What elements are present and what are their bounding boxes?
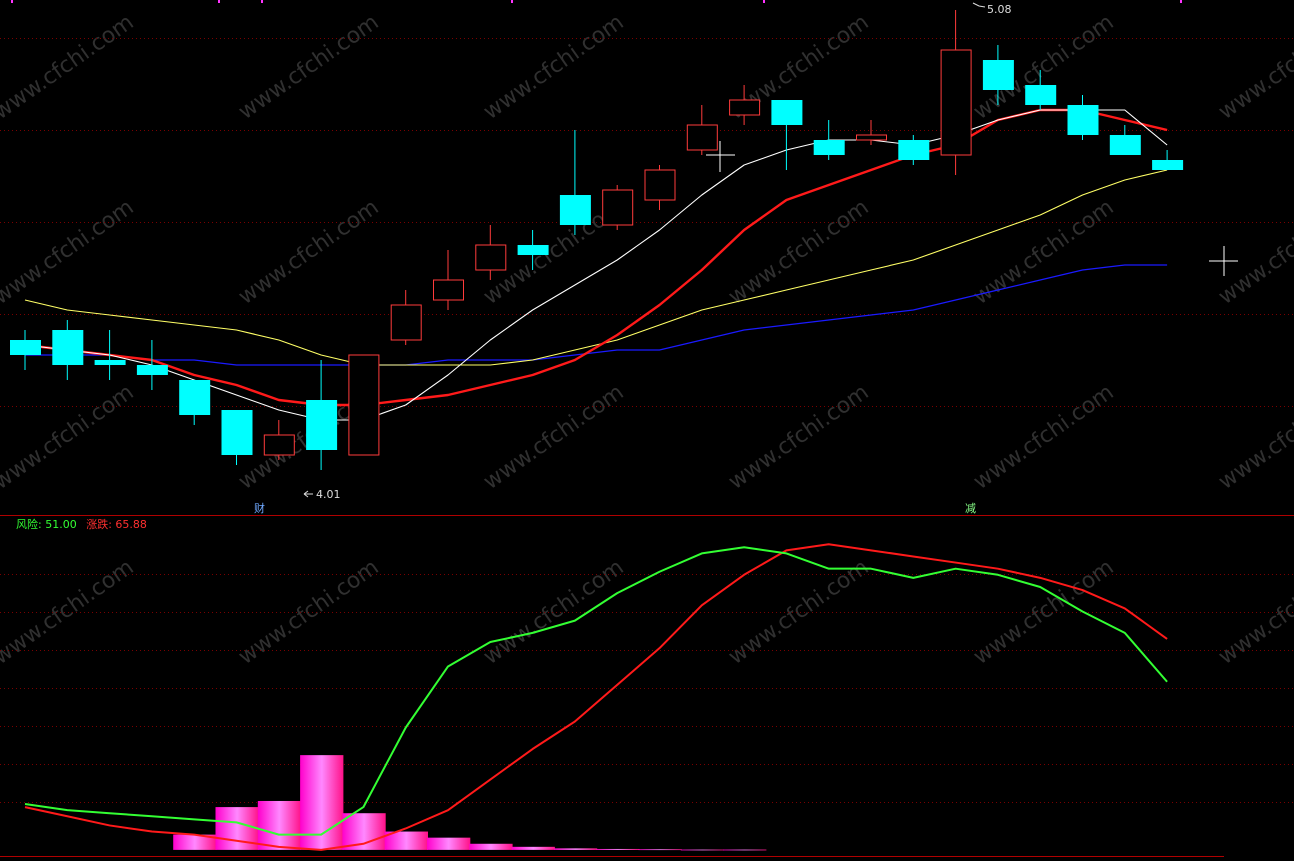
candle-body-up: [686, 124, 718, 151]
candle-body-down: [52, 330, 84, 365]
candle-body-down: [1067, 105, 1099, 135]
histogram-bar: [553, 848, 598, 850]
candle-body-down: [136, 365, 168, 375]
histogram-bar: [511, 846, 555, 850]
candle-body-up: [433, 279, 464, 301]
histogram-bar: [638, 849, 682, 851]
candle-body-up: [729, 99, 761, 116]
candle-body-up: [940, 49, 972, 156]
histogram-bar: [723, 849, 767, 851]
stock-chart: www.cfchi.comwww.cfchi.comwww.cfchi.comw…: [0, 0, 1294, 861]
candle-body-down: [559, 195, 591, 225]
candle-body-down: [179, 380, 211, 415]
change-value: 65.88: [115, 518, 147, 531]
candle: [348, 354, 380, 456]
candle-body-down: [771, 100, 803, 125]
candle-body-up: [475, 244, 507, 271]
candle-body-down: [94, 360, 126, 365]
candle-body-up: [856, 134, 887, 141]
marker-cai: 财: [254, 501, 265, 515]
risk-value: 51.00: [45, 518, 77, 531]
candle-body-up: [348, 354, 380, 456]
histogram-bar: [596, 848, 640, 850]
candle-body-down: [1109, 135, 1141, 155]
histogram-bar: [300, 755, 344, 850]
high-price-label: 5.08: [987, 3, 1012, 16]
candle-body-down: [982, 60, 1014, 90]
candle-body-up: [644, 169, 676, 201]
histogram-bar: [427, 837, 471, 850]
candle-body-up: [602, 189, 634, 226]
candle-body-down: [813, 140, 845, 155]
histogram-bar: [680, 849, 725, 851]
candle-body-down: [306, 400, 338, 450]
candle: [602, 185, 634, 230]
candle-body-down: [221, 410, 253, 455]
histogram-bar: [257, 800, 302, 850]
candle-body-down: [1152, 160, 1184, 170]
candle-body-up: [263, 434, 295, 456]
candle-body-up: [390, 304, 422, 341]
candle-body-down: [898, 140, 930, 160]
candle-body-down: [10, 340, 41, 355]
low-price-label: 4.01: [316, 488, 341, 501]
candle-body-down: [517, 245, 549, 255]
risk-label: 风险: [16, 517, 38, 531]
chart-background: [0, 0, 1294, 861]
change-label: 涨跌: [86, 517, 108, 531]
histogram-bar: [469, 843, 513, 850]
marker-jian: 减: [965, 502, 976, 515]
candle-body-down: [1025, 85, 1057, 105]
